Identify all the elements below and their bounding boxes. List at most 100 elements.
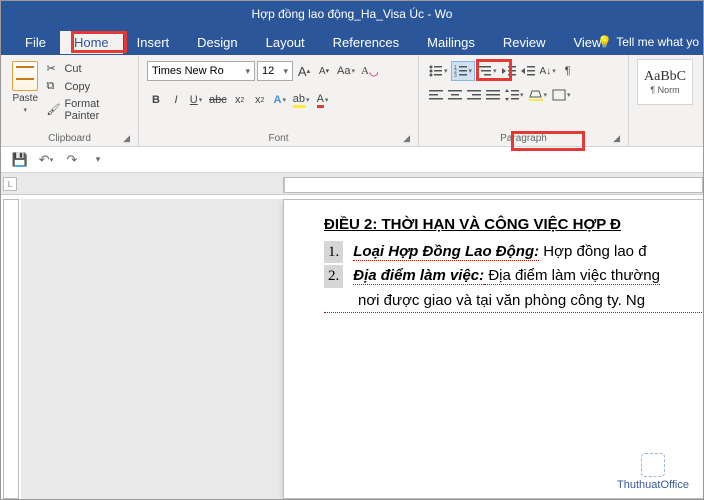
font-dialog-launcher[interactable]: ◢ — [403, 133, 410, 144]
watermark-text: ThuthuatOffice — [617, 479, 689, 491]
heading: ĐIỀU 2: THỜI HẠN VÀ CÔNG VIỆC HỢP Đ — [324, 214, 703, 237]
list-lead: Loại Hợp Đồng Lao Động: — [353, 243, 539, 261]
align-right-button[interactable] — [465, 85, 483, 105]
align-left-icon — [429, 89, 443, 101]
continuation-text: nơi được giao và tại văn phòng công ty. … — [324, 290, 703, 314]
copy-button[interactable]: ⧉ Copy — [44, 79, 130, 95]
clear-formatting-button[interactable]: A◡ — [359, 61, 381, 81]
tab-mailings[interactable]: Mailings — [413, 31, 489, 54]
undo-icon: ↶ — [39, 152, 50, 168]
show-marks-button[interactable]: ¶ — [559, 61, 577, 81]
borders-icon — [552, 89, 566, 101]
font-group-label: Font◢ — [147, 131, 410, 146]
decrease-indent-button[interactable] — [500, 61, 518, 81]
font-size-select[interactable]: 12 — [257, 61, 293, 81]
tell-me[interactable]: 💡 Tell me what yo — [597, 35, 699, 49]
font-name-value: Times New Ro — [152, 65, 224, 77]
document-title: Hợp đồng lao động_Ha_Visa Úc - Wo — [252, 7, 453, 21]
ruler-area: L — [1, 173, 703, 195]
copy-icon: ⧉ — [46, 80, 60, 94]
italic-button[interactable]: I — [167, 90, 185, 110]
bullets-icon — [429, 65, 443, 77]
cut-label: Cut — [64, 63, 81, 75]
cut-button[interactable]: ✂ Cut — [44, 61, 130, 77]
justify-button[interactable] — [484, 85, 502, 105]
subscript-button[interactable]: x2 — [231, 90, 249, 110]
numbering-icon: 123 — [454, 65, 468, 77]
group-styles: AaBbC ¶ Norm — [629, 55, 703, 146]
justify-icon — [486, 89, 500, 101]
clipboard-group-label: Clipboard◢ — [9, 131, 130, 146]
shading-button[interactable] — [527, 85, 550, 105]
change-case-button[interactable]: Aa — [335, 61, 357, 81]
qat-customize[interactable]: ▾ — [87, 149, 109, 171]
bullets-button[interactable] — [427, 61, 450, 81]
tab-review[interactable]: Review — [489, 31, 560, 54]
highlight-button[interactable]: ab — [291, 90, 312, 110]
tell-me-label: Tell me what yo — [616, 35, 699, 49]
borders-button[interactable] — [550, 85, 573, 105]
svg-text:3: 3 — [454, 73, 457, 77]
paragraph-group-label: Paragraph◢ — [427, 131, 620, 146]
style-name: ¶ Norm — [650, 85, 679, 95]
paste-button[interactable]: Paste ▾ — [9, 61, 41, 114]
style-normal[interactable]: AaBbC ¶ Norm — [637, 59, 693, 105]
format-painter-label: Format Painter — [64, 98, 128, 122]
scissors-icon: ✂ — [46, 62, 60, 76]
tab-home[interactable]: Home — [60, 31, 123, 54]
undo-button[interactable]: ↶▾ — [35, 149, 57, 171]
vertical-ruler[interactable] — [3, 199, 19, 499]
line-spacing-button[interactable] — [503, 85, 526, 105]
copy-label: Copy — [64, 81, 90, 93]
list-lead: Địa điểm làm việc: — [353, 267, 484, 285]
tab-insert[interactable]: Insert — [123, 31, 184, 54]
outdent-icon — [502, 65, 516, 77]
ruler-corner[interactable]: L — [3, 177, 17, 191]
shrink-font-button[interactable]: A▾ — [315, 61, 333, 81]
quick-access-toolbar: 💾 ↶▾ ↷ ▾ — [1, 147, 703, 173]
ribbon: Paste ▾ ✂ Cut ⧉ Copy 🖌Format Painter Clipb… — [1, 55, 703, 147]
list-text: Địa điểm làm việc: Địa điểm làm việc thư… — [353, 265, 660, 288]
tab-layout[interactable]: Layout — [252, 31, 319, 54]
watermark: ThuthuatOffice — [617, 453, 689, 491]
font-size-value: 12 — [262, 65, 274, 77]
list-number: 2. — [324, 265, 343, 288]
font-name-select[interactable]: Times New Ro — [147, 61, 255, 81]
align-center-button[interactable] — [446, 85, 464, 105]
horizontal-ruler[interactable] — [283, 177, 703, 193]
paragraph-dialog-launcher[interactable]: ◢ — [613, 133, 620, 144]
save-button[interactable]: 💾 — [9, 149, 31, 171]
align-center-icon — [448, 89, 462, 101]
underline-button[interactable]: U — [187, 90, 205, 110]
tab-file[interactable]: File — [11, 31, 60, 54]
bold-button[interactable]: B — [147, 90, 165, 110]
numbering-button[interactable]: 123 — [451, 61, 476, 81]
grow-font-button[interactable]: A▴ — [295, 61, 313, 81]
indent-icon — [521, 65, 535, 77]
redo-icon: ↷ — [67, 152, 78, 168]
sort-button[interactable]: A↓ — [538, 61, 558, 81]
clipboard-dialog-launcher[interactable]: ◢ — [123, 133, 130, 144]
tab-references[interactable]: References — [319, 31, 413, 54]
style-preview: AaBbC — [644, 69, 686, 85]
list-text: Loại Hợp Đồng Lao Động: Hợp đồng lao đ — [353, 241, 646, 264]
line-spacing-icon — [505, 89, 519, 101]
group-paragraph: 123 A↓ ¶ Paragraph◢ — [419, 55, 629, 146]
document-area: ĐIỀU 2: THỜI HẠN VÀ CÔNG VIỆC HỢP Đ 1. L… — [21, 199, 703, 499]
chevron-down-icon: ▾ — [96, 154, 101, 165]
format-painter-button[interactable]: 🖌Format Painter — [44, 97, 130, 123]
text-effects-button[interactable]: A — [271, 90, 289, 110]
title-bar: Hợp đồng lao động_Ha_Visa Úc - Wo — [1, 1, 703, 29]
increase-indent-button[interactable] — [519, 61, 537, 81]
align-left-button[interactable] — [427, 85, 445, 105]
bucket-icon — [529, 89, 543, 101]
strikethrough-button[interactable]: abc — [207, 90, 229, 110]
font-color-button[interactable]: A — [314, 90, 332, 110]
paste-icon — [12, 61, 38, 91]
multilevel-list-button[interactable] — [476, 61, 499, 81]
group-clipboard: Paste ▾ ✂ Cut ⧉ Copy 🖌Format Painter Clipb… — [1, 55, 139, 146]
list-rest: Địa điểm làm việc thường — [484, 267, 660, 285]
redo-button[interactable]: ↷ — [61, 149, 83, 171]
superscript-button[interactable]: x2 — [251, 90, 269, 110]
tab-design[interactable]: Design — [183, 31, 251, 54]
